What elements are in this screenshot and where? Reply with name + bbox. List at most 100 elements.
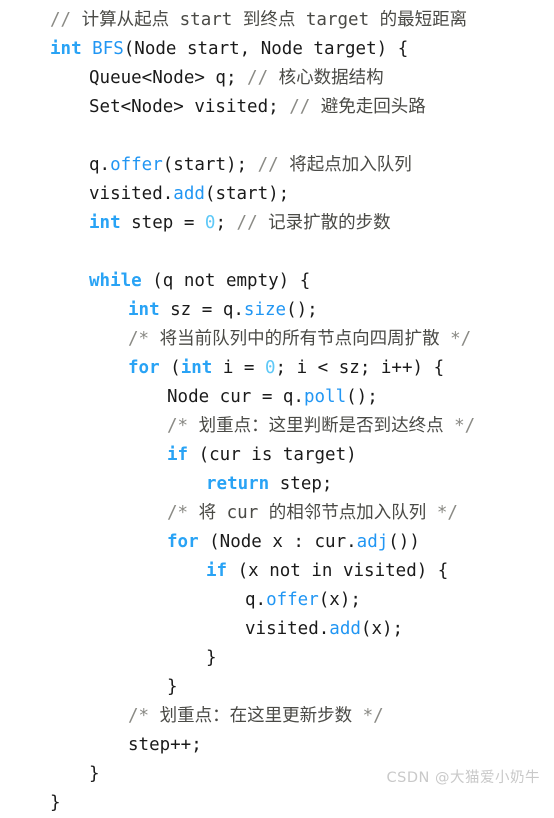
token-plain: Set<Node> visited; [89, 97, 290, 117]
token-cmt-cn: 将 cur 的相邻节点加入队列 [198, 503, 427, 523]
token-plain: } [89, 764, 100, 784]
token-fn: poll [303, 387, 347, 407]
code-line: visited.add(x); [245, 615, 403, 644]
token-plain: Queue<Node> q; [89, 68, 248, 88]
code-line: /* 划重点：这里判断是否到达终点 */ [167, 412, 475, 441]
token-plain: visited. [245, 619, 330, 639]
token-plain: visited. [89, 184, 174, 204]
token-fn: BFS [92, 39, 124, 59]
token-cmt-mark: // [257, 155, 290, 175]
token-cmt-mark: */ [426, 503, 458, 523]
token-kw: int [50, 39, 82, 59]
token-num: 0 [204, 213, 216, 233]
code-listing: // 计算从起点 start 到终点 target 的最短距离 int BFS(N… [0, 0, 554, 813]
token-cmt-mark: // [247, 68, 279, 88]
code-line: q.offer(x); [245, 586, 361, 615]
token-plain: q. [89, 155, 111, 175]
token-plain: step; [269, 474, 333, 494]
token-cmt-mark: /* [128, 706, 160, 726]
token-cmt-mark: */ [352, 706, 384, 726]
token-plain: (x); [360, 619, 404, 639]
token-plain: } [167, 677, 178, 697]
code-line: if (cur is target) [167, 441, 357, 470]
token-cmt-cn: 划重点：在这里更新步数 [159, 706, 353, 726]
code-line: for (Node x : cur.adj()) [167, 528, 420, 557]
code-line: step++; [128, 731, 202, 760]
token-plain: ; i < sz; i++) { [275, 358, 445, 378]
token-plain: step = [120, 213, 205, 233]
token-cmt-mark: */ [439, 329, 472, 349]
token-fn: add [173, 184, 205, 204]
token-cmt-cn: 将当前队列中的所有节点向四周扩散 [159, 329, 440, 349]
token-plain: ; [215, 213, 237, 233]
token-fn: add [329, 619, 361, 639]
code-line: // 计算从起点 start 到终点 target 的最短距离 [50, 6, 467, 35]
token-fn: offer [110, 155, 163, 175]
token-plain: (x); [318, 590, 361, 610]
token-plain: (); [346, 387, 378, 407]
token-fn: offer [266, 590, 319, 610]
token-cmt-mark: // [50, 10, 82, 30]
code-line: return step; [206, 470, 332, 499]
token-num: 0 [264, 358, 276, 378]
code-line: if (x not in visited) { [206, 557, 448, 586]
token-cmt-cn: 记录扩散的步数 [268, 213, 391, 233]
token-cmt-mark: /* [167, 503, 199, 523]
token-cmt-mark: /* [167, 416, 199, 436]
token-plain: step++; [128, 735, 202, 755]
token-plain: (cur is target) [188, 445, 357, 465]
code-line: Node cur = q.poll(); [167, 383, 378, 412]
token-plain: } [50, 793, 61, 813]
token-cmt-cn: 避免走回头路 [320, 97, 426, 117]
code-line: /* 将当前队列中的所有节点向四周扩散 */ [128, 325, 471, 354]
code-line: int BFS(Node start, Node target) { [50, 35, 408, 64]
code-line: /* 将 cur 的相邻节点加入队列 */ [167, 499, 458, 528]
code-line: } [167, 673, 178, 702]
code-line: } [206, 644, 217, 673]
token-cmt-mark: /* [128, 329, 160, 349]
token-kw: if [206, 561, 228, 581]
token-cmt-mark: // [289, 97, 321, 117]
token-kw: int [128, 300, 160, 320]
token-plain: (q not empty) { [141, 271, 311, 291]
token-plain: ( [159, 358, 181, 378]
token-kw: int [89, 213, 121, 233]
token-plain: sz = q. [159, 300, 244, 320]
code-line: Queue<Node> q; // 核心数据结构 [89, 64, 384, 93]
token-plain: (Node x : cur. [198, 532, 357, 552]
token-plain: (start); [162, 155, 258, 175]
token-kw: for [128, 358, 160, 378]
token-cmt-cn: 将起点加入队列 [289, 155, 412, 175]
code-line: Set<Node> visited; // 避免走回头路 [89, 93, 426, 122]
token-kw: int [180, 358, 213, 378]
token-cmt-mark: */ [443, 416, 476, 436]
token-kw: for [167, 532, 199, 552]
token-kw: if [167, 445, 189, 465]
code-line: int sz = q.size(); [128, 296, 318, 325]
code-line: /* 划重点：在这里更新步数 */ [128, 702, 384, 731]
token-cmt-cn: 核心数据结构 [278, 68, 384, 88]
token-plain: i = [212, 358, 265, 378]
token-kw: while [89, 271, 142, 291]
csdn-watermark: CSDN @大猫爱小奶牛 [386, 770, 540, 786]
token-plain: (Node start, Node target) { [123, 39, 409, 59]
token-plain: (start); [204, 184, 290, 204]
code-line: while (q not empty) { [89, 267, 310, 296]
code-line: for (int i = 0; i < sz; i++) { [128, 354, 444, 383]
token-plain: q. [245, 590, 267, 610]
code-line: } [50, 789, 61, 818]
code-line: int step = 0; // 记录扩散的步数 [89, 209, 391, 238]
token-plain: } [206, 648, 217, 668]
token-plain: Node cur = q. [167, 387, 304, 407]
code-line: } [89, 760, 100, 789]
token-cmt-cn: 计算从起点 start 到终点 target 的最短距离 [81, 10, 468, 30]
token-fn: adj [356, 532, 389, 552]
token-plain: (x not in visited) { [227, 561, 449, 581]
token-kw: return [206, 474, 270, 494]
token-cmt-mark: // [236, 213, 269, 233]
token-plain: ()) [388, 532, 420, 552]
token-plain: (); [286, 300, 318, 320]
token-fn: size [243, 300, 287, 320]
